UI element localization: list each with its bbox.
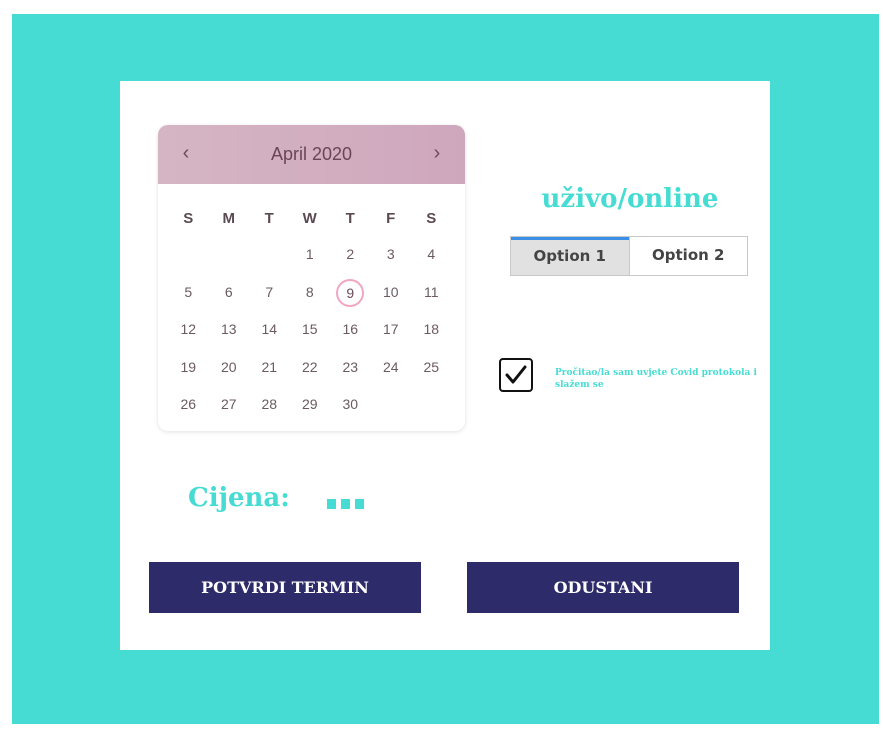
calendar-day[interactable]: 28 bbox=[249, 391, 290, 417]
calendar-day-number: 16 bbox=[342, 321, 359, 337]
calendar-day[interactable]: 14 bbox=[249, 316, 290, 342]
calendar-day[interactable]: 11 bbox=[411, 279, 452, 305]
weekday-label: M bbox=[222, 210, 236, 227]
calendar-day[interactable]: 13 bbox=[209, 316, 250, 342]
calendar-blank-cell bbox=[249, 241, 290, 267]
calendar-day-number: 25 bbox=[423, 358, 440, 375]
calendar-day-number: 17 bbox=[382, 321, 399, 337]
calendar-day[interactable]: 15 bbox=[290, 316, 331, 342]
calendar-day[interactable]: 22 bbox=[290, 354, 331, 380]
weekday-label: S bbox=[426, 210, 437, 227]
mode-title: uživo/online bbox=[541, 184, 719, 214]
calendar-day-number: 2 bbox=[346, 246, 355, 262]
calendar-day-number: 20 bbox=[220, 358, 237, 375]
placeholder-dot bbox=[341, 499, 350, 509]
calendar-day-number: 22 bbox=[301, 358, 318, 375]
booking-panel: ‹ April 2020 › SMTWTFS 1 2 3 4 5 6 7 8 9 10 11 12 13… bbox=[120, 81, 770, 650]
weekday-label: T bbox=[264, 210, 274, 227]
calendar-day[interactable]: 18 bbox=[411, 316, 452, 342]
calendar-day[interactable]: 21 bbox=[249, 354, 290, 380]
calendar-day[interactable]: 4 bbox=[411, 241, 452, 267]
calendar-day-selected[interactable]: 9 bbox=[330, 278, 371, 307]
calendar-day-number: 29 bbox=[301, 396, 318, 412]
weekday-label: W bbox=[302, 210, 317, 227]
calendar-day-number: 18 bbox=[423, 321, 440, 337]
calendar-day[interactable]: 12 bbox=[168, 316, 209, 342]
calendar-day[interactable]: 17 bbox=[371, 316, 412, 342]
tab-option-2[interactable]: Option 2 bbox=[628, 237, 747, 275]
background-frame: ‹ April 2020 › SMTWTFS 1 2 3 4 5 6 7 8 9 10 11 12 13… bbox=[12, 14, 879, 724]
calendar-day[interactable]: 29 bbox=[290, 391, 331, 417]
calendar-blank-cell bbox=[209, 241, 250, 267]
calendar-day-number: 30 bbox=[342, 396, 359, 412]
calendar-day[interactable]: 26 bbox=[168, 391, 209, 417]
checkmark-icon bbox=[505, 365, 527, 384]
calendar-day-number: 7 bbox=[265, 283, 274, 300]
calendar-day-number: 26 bbox=[180, 396, 197, 412]
weekday-label: F bbox=[386, 210, 396, 227]
calendar-day-number: 4 bbox=[427, 246, 436, 262]
calendar-day[interactable]: 19 bbox=[168, 354, 209, 380]
calendar-day-number: 13 bbox=[220, 321, 237, 337]
calendar-day-number: 27 bbox=[220, 396, 237, 412]
calendar-day-number: 8 bbox=[305, 283, 314, 300]
price-value-placeholder bbox=[327, 499, 364, 509]
calendar-day-number: 28 bbox=[261, 396, 278, 412]
calendar-day[interactable]: 2 bbox=[330, 241, 371, 267]
weekday-label: S bbox=[183, 210, 194, 227]
calendar-day[interactable]: 10 bbox=[371, 279, 412, 305]
cancel-button[interactable]: ODUSTANI bbox=[467, 562, 739, 613]
calendar-blank-cell bbox=[168, 241, 209, 267]
weekday-header-row: SMTWTFS bbox=[168, 210, 452, 234]
covid-consent-checkbox[interactable] bbox=[499, 358, 533, 392]
calendar-day-number: 5 bbox=[184, 283, 193, 300]
calendar-day-number: 10 bbox=[382, 283, 399, 300]
calendar-day-number: 23 bbox=[342, 358, 359, 375]
calendar-day-number: 3 bbox=[386, 246, 395, 262]
confirm-appointment-button[interactable]: POTVRDI TERMIN bbox=[149, 562, 421, 613]
calendar-day[interactable]: 27 bbox=[209, 391, 250, 417]
placeholder-dot bbox=[327, 499, 336, 509]
calendar-day-number: 24 bbox=[382, 358, 399, 375]
calendar-day[interactable]: 1 bbox=[290, 241, 331, 267]
calendar-day-number: 14 bbox=[261, 321, 278, 337]
calendar-month-title: April 2020 bbox=[270, 144, 353, 164]
calendar-header: ‹ April 2020 › bbox=[158, 125, 465, 184]
calendar-day-number: 21 bbox=[261, 358, 278, 375]
calendar-day-number: 11 bbox=[423, 283, 439, 300]
calendar-day-number: 19 bbox=[180, 358, 197, 375]
date-picker-calendar: ‹ April 2020 › SMTWTFS 1 2 3 4 5 6 7 8 9 10 11 12 13… bbox=[158, 125, 465, 431]
calendar-day[interactable]: 25 bbox=[411, 354, 452, 380]
calendar-day-number: 15 bbox=[301, 321, 318, 337]
tab-option-1[interactable]: Option 1 bbox=[511, 237, 629, 275]
covid-consent-label: Pročitao/la sam uvjete Covid protokola i… bbox=[555, 368, 757, 390]
calendar-day[interactable]: 6 bbox=[209, 279, 250, 305]
calendar-day[interactable]: 16 bbox=[330, 316, 371, 342]
calendar-day-number: 12 bbox=[180, 321, 197, 337]
price-label: Cijena: bbox=[188, 483, 290, 513]
calendar-day-number: 6 bbox=[224, 283, 233, 300]
calendar-day[interactable]: 23 bbox=[330, 354, 371, 380]
calendar-day[interactable]: 30 bbox=[330, 391, 371, 417]
weekday-label: T bbox=[345, 210, 355, 227]
calendar-day[interactable]: 5 bbox=[168, 279, 209, 305]
calendar-day[interactable]: 8 bbox=[290, 279, 331, 305]
calendar-day-number: 1 bbox=[305, 246, 314, 262]
calendar-day[interactable]: 20 bbox=[209, 354, 250, 380]
calendar-day-number: 9 bbox=[336, 278, 365, 307]
calendar-day[interactable]: 7 bbox=[249, 279, 290, 305]
calendar-day-grid: 1 2 3 4 5 6 7 8 9 10 11 12 13 14 15 16 17 18 19 20 21 22 23 24 2… bbox=[168, 241, 452, 429]
mode-toggle: Option 1 Option 2 bbox=[510, 236, 748, 276]
placeholder-dot bbox=[355, 499, 364, 509]
calendar-day[interactable]: 24 bbox=[371, 354, 412, 380]
calendar-day[interactable]: 3 bbox=[371, 241, 412, 267]
next-month-icon[interactable]: › bbox=[425, 141, 449, 165]
